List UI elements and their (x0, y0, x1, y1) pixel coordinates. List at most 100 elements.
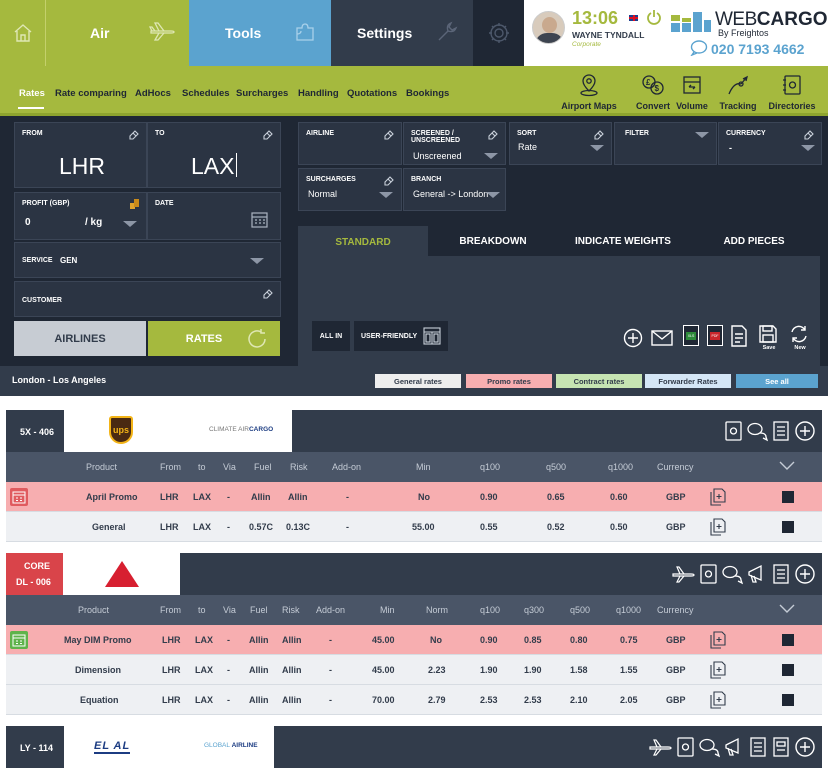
chevron-down-icon[interactable] (778, 460, 796, 472)
add-document-icon[interactable] (710, 518, 726, 536)
nav-adhocs[interactable]: AdHocs (135, 88, 171, 99)
branch-dropdown[interactable] (486, 192, 500, 198)
profit-unit-dropdown[interactable] (123, 221, 137, 227)
user-friendly-button[interactable]: USER-FRIENDLY (354, 321, 448, 351)
calendar-icon[interactable] (251, 211, 268, 228)
directory-icon[interactable] (698, 563, 718, 585)
eraser-icon[interactable] (262, 128, 274, 140)
comments-icon[interactable] (698, 736, 720, 758)
directory-icon[interactable] (723, 420, 743, 442)
select-checkbox[interactable] (782, 694, 794, 706)
add-document-icon[interactable] (710, 691, 726, 709)
legend-promo-rates[interactable]: Promo rates (466, 374, 552, 388)
export-document-icon[interactable] (731, 325, 747, 347)
calendar-icon[interactable] (10, 631, 28, 649)
from-field[interactable]: FROM LHR (14, 122, 147, 188)
select-checkbox[interactable] (782, 634, 794, 646)
customer-field[interactable]: CUSTOMER (14, 281, 281, 317)
comments-icon[interactable] (721, 563, 743, 585)
sort-field[interactable]: SORT Rate (509, 122, 612, 165)
settings-gear-button[interactable] (473, 0, 524, 66)
rates-button[interactable]: RATES (148, 321, 280, 356)
megaphone-icon[interactable] (746, 563, 768, 585)
surcharges-field[interactable]: SURCHARGES Normal (298, 168, 402, 211)
add-circle-icon[interactable] (794, 563, 816, 585)
table-row[interactable]: General LHR LAX - 0.57C 0.13C - 55.00 0.… (6, 512, 822, 542)
to-field[interactable]: TO LAX (147, 122, 281, 188)
form-icon[interactable] (771, 736, 791, 758)
nav-handling[interactable]: Handling (298, 88, 339, 99)
tab-add-pieces[interactable]: ADD PIECES (688, 226, 820, 256)
notes-icon[interactable] (748, 736, 768, 758)
notes-icon[interactable] (771, 563, 791, 585)
nav-bookings[interactable]: Bookings (406, 88, 449, 99)
tab-tools[interactable]: Tools (189, 0, 331, 66)
tab-air[interactable]: Air (46, 0, 189, 66)
power-icon[interactable] (646, 9, 662, 25)
tab-standard[interactable]: STANDARD (298, 226, 428, 258)
tool-directories[interactable]: Directories (763, 72, 821, 111)
megaphone-icon[interactable] (723, 736, 745, 758)
all-in-button[interactable]: ALL IN (312, 321, 350, 351)
select-checkbox[interactable] (782, 521, 794, 533)
add-document-icon[interactable] (710, 661, 726, 679)
uk-flag-icon[interactable] (628, 14, 639, 22)
plane-icon[interactable] (671, 563, 695, 585)
email-icon[interactable] (651, 330, 673, 346)
eraser-icon[interactable] (383, 128, 395, 140)
select-checkbox[interactable] (782, 491, 794, 503)
date-field[interactable]: DATE (147, 192, 281, 240)
eraser-icon[interactable] (803, 128, 815, 140)
screened-field[interactable]: SCREENED / UNSCREENED Unscreened (403, 122, 506, 165)
legend-general-rates[interactable]: General rates (375, 374, 461, 388)
add-circle-icon[interactable] (794, 736, 816, 758)
table-row[interactable]: May DIM Promo LHR LAX - Allin Allin - 45… (6, 625, 822, 655)
save-button[interactable]: Save (758, 324, 780, 356)
select-checkbox[interactable] (782, 664, 794, 676)
eraser-icon[interactable] (383, 174, 395, 186)
table-row[interactable]: Equation LHR LAX - Allin Allin - 70.00 2… (6, 685, 822, 715)
add-document-icon[interactable] (710, 488, 726, 506)
eraser-icon[interactable] (262, 287, 274, 299)
surcharges-dropdown[interactable] (379, 192, 393, 198)
currency-field[interactable]: CURRENCY - (718, 122, 822, 165)
eraser-icon[interactable] (487, 128, 499, 140)
calendar-icon[interactable] (10, 488, 28, 506)
notes-icon[interactable] (771, 420, 791, 442)
export-pdf-button[interactable]: PDF (707, 325, 723, 346)
tool-airport-maps[interactable]: Airport Maps (560, 72, 618, 111)
tool-tracking[interactable]: Tracking (709, 72, 767, 111)
nav-schedules[interactable]: Schedules (182, 88, 230, 99)
tab-indicate-weights[interactable]: INDICATE WEIGHTS (558, 226, 688, 256)
service-dropdown[interactable] (250, 258, 264, 264)
new-button[interactable]: New (789, 324, 811, 356)
eraser-icon[interactable] (128, 128, 140, 140)
legend-contract-rates[interactable]: Contract rates (556, 374, 642, 388)
chevron-down-icon[interactable] (778, 603, 796, 615)
add-document-icon[interactable] (710, 631, 726, 649)
eraser-icon[interactable] (593, 128, 605, 140)
tab-breakdown[interactable]: BREAKDOWN (428, 226, 558, 256)
airlines-button[interactable]: AIRLINES (14, 321, 146, 356)
add-circle-icon[interactable] (623, 328, 643, 348)
filter-field[interactable]: FILTER (614, 122, 717, 165)
directory-icon[interactable] (675, 736, 695, 758)
filter-dropdown[interactable] (695, 132, 709, 138)
screened-dropdown[interactable] (484, 153, 498, 159)
service-field[interactable]: SERVICE GEN (14, 242, 281, 278)
nav-quotations[interactable]: Quotations (347, 88, 397, 99)
tab-settings[interactable]: Settings (331, 0, 473, 66)
nav-surcharges[interactable]: Surcharges (236, 88, 288, 99)
avatar[interactable] (532, 11, 565, 44)
add-circle-icon[interactable] (794, 420, 816, 442)
legend-forwarder-rates[interactable]: Forwarder Rates (645, 374, 731, 388)
branch-field[interactable]: BRANCH General -> London (403, 168, 506, 211)
profit-field[interactable]: PROFIT (GBP) 0 / kg (14, 192, 147, 240)
export-xls-button[interactable]: XLS (683, 325, 699, 346)
currency-dropdown[interactable] (801, 145, 815, 151)
see-all-button[interactable]: See all (736, 374, 818, 388)
home-tab[interactable] (0, 0, 46, 66)
nav-rate-comparing[interactable]: Rate comparing (55, 88, 127, 99)
plane-icon[interactable] (648, 736, 672, 758)
table-row[interactable]: Dimension LHR LAX - Allin Allin - 45.00 … (6, 655, 822, 685)
